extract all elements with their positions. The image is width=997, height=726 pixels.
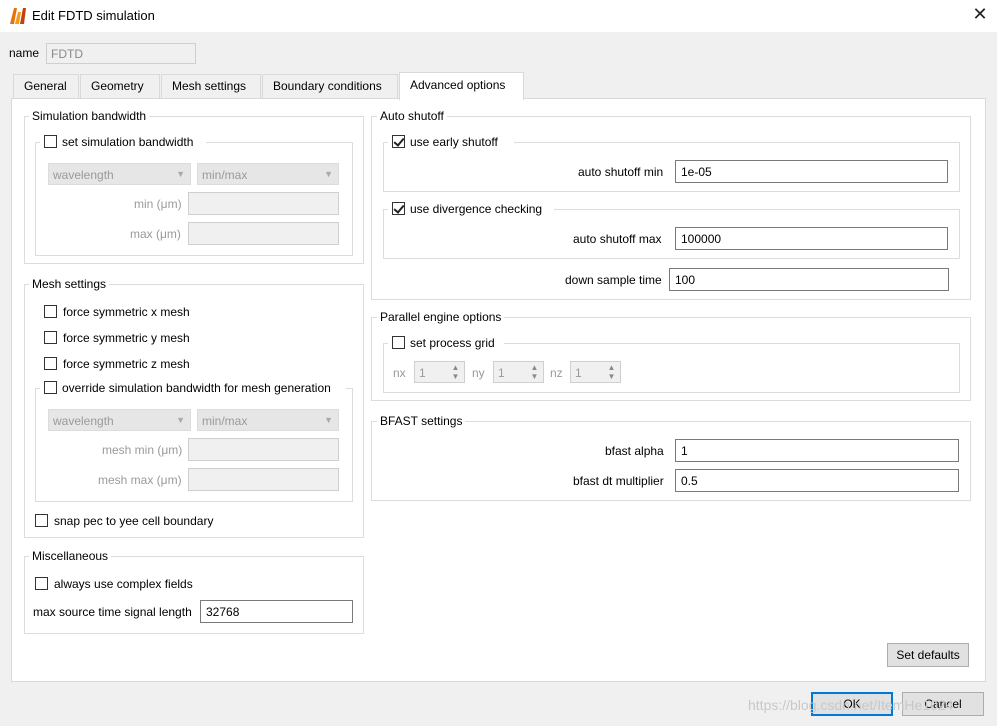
auto-shutoff-max-label: auto shutoff max [573, 232, 662, 246]
force-z-checkbox[interactable] [44, 357, 57, 370]
process-grid-label: set process grid [410, 336, 495, 350]
nx-label: nx [393, 366, 406, 380]
complex-fields-checkbox[interactable] [35, 577, 48, 590]
bandwidth-min-label: min (μm) [134, 197, 182, 211]
bandwidth-type-value: wavelength [53, 168, 114, 182]
divergence-label: use divergence checking [410, 202, 543, 216]
bfast-settings-title: BFAST settings [377, 414, 466, 428]
close-icon[interactable]: ✕ [970, 4, 990, 24]
max-source-label: max source time signal length [33, 605, 192, 619]
bfast-dt-input[interactable]: 0.5 [675, 469, 959, 492]
force-z-label: force symmetric z mesh [63, 357, 190, 371]
window-title: Edit FDTD simulation [32, 8, 155, 23]
mesh-range-value: min/max [202, 414, 248, 428]
spin-arrows-icon: ▲ ▼ [607, 363, 616, 381]
nz-label: nz [550, 366, 563, 380]
tab-mesh-settings[interactable]: Mesh settings [161, 74, 261, 98]
force-x-checkbox[interactable] [44, 305, 57, 318]
set-bandwidth-checkbox[interactable] [44, 135, 57, 148]
override-bandwidth-checkbox[interactable] [44, 381, 57, 394]
max-source-input[interactable]: 32768 [200, 600, 353, 623]
force-y-label: force symmetric y mesh [63, 331, 190, 345]
bandwidth-range-value: min/max [202, 168, 248, 182]
override-bandwidth-label: override simulation bandwidth for mesh g… [62, 381, 331, 395]
nz-spinbox: 1 ▲ ▼ [570, 361, 621, 383]
chevron-down-icon: ▼ [176, 169, 185, 179]
bandwidth-range-select: min/max ▼ [197, 163, 339, 185]
mesh-max-label: mesh max (μm) [98, 473, 182, 487]
mesh-min-label: mesh min (μm) [102, 443, 183, 457]
force-y-checkbox[interactable] [44, 331, 57, 344]
mesh-type-select: wavelength ▼ [48, 409, 191, 431]
complex-fields-label: always use complex fields [54, 577, 193, 591]
auto-shutoff-min-label: auto shutoff min [578, 165, 664, 179]
watermark: https://blog.csdn.net/ItemHe1024 [748, 697, 954, 713]
set-bandwidth-label: set simulation bandwidth [62, 135, 194, 149]
mesh-max-input [188, 468, 339, 491]
nx-value: 1 [419, 366, 426, 380]
divergence-checkbox[interactable] [392, 202, 405, 215]
ny-value: 1 [498, 366, 505, 380]
nz-value: 1 [575, 366, 582, 380]
early-shutoff-checkbox[interactable] [392, 135, 405, 148]
auto-shutoff-title: Auto shutoff [377, 109, 447, 123]
mesh-settings-title: Mesh settings [29, 277, 110, 291]
process-grid-checkbox[interactable] [392, 336, 405, 349]
spin-arrows-icon: ▲ ▼ [530, 363, 539, 381]
tab-advanced-options[interactable]: Advanced options [399, 72, 524, 100]
snap-pec-checkbox[interactable] [35, 514, 48, 527]
set-defaults-button[interactable]: Set defaults [887, 643, 969, 667]
auto-shutoff-min-input[interactable]: 1e-05 [675, 160, 948, 183]
parallel-engine-title: Parallel engine options [377, 310, 505, 324]
chevron-down-icon: ▼ [324, 169, 333, 179]
bandwidth-type-select: wavelength ▼ [48, 163, 191, 185]
ny-spinbox: 1 ▲ ▼ [493, 361, 544, 383]
name-label: name [9, 46, 40, 60]
spin-arrows-icon: ▲ ▼ [451, 363, 460, 381]
down-sample-label: down sample time [565, 273, 662, 287]
bandwidth-max-input [188, 222, 339, 245]
chevron-down-icon: ▼ [176, 415, 185, 425]
miscellaneous-title: Miscellaneous [29, 549, 112, 563]
mesh-type-value: wavelength [53, 414, 114, 428]
tab-boundary-conditions[interactable]: Boundary conditions [262, 74, 398, 98]
tab-geometry[interactable]: Geometry [80, 74, 160, 98]
auto-shutoff-max-input[interactable]: 100000 [675, 227, 948, 250]
tab-general[interactable]: General [13, 74, 79, 98]
force-x-label: force symmetric x mesh [63, 305, 190, 319]
bandwidth-min-input [188, 192, 339, 215]
name-input: FDTD [46, 43, 196, 64]
chevron-down-icon: ▼ [324, 415, 333, 425]
bandwidth-max-label: max (μm) [130, 227, 181, 241]
ny-label: ny [472, 366, 485, 380]
app-logo-icon [10, 8, 26, 24]
bfast-dt-label: bfast dt multiplier [573, 474, 664, 488]
early-shutoff-label: use early shutoff [410, 135, 498, 149]
snap-pec-label: snap pec to yee cell boundary [54, 514, 214, 528]
simulation-bandwidth-title: Simulation bandwidth [29, 109, 150, 123]
bfast-alpha-label: bfast alpha [605, 444, 664, 458]
nx-spinbox: 1 ▲ ▼ [414, 361, 465, 383]
bfast-alpha-input[interactable]: 1 [675, 439, 959, 462]
down-sample-input[interactable]: 100 [669, 268, 949, 291]
mesh-min-input [188, 438, 339, 461]
mesh-range-select: min/max ▼ [197, 409, 339, 431]
